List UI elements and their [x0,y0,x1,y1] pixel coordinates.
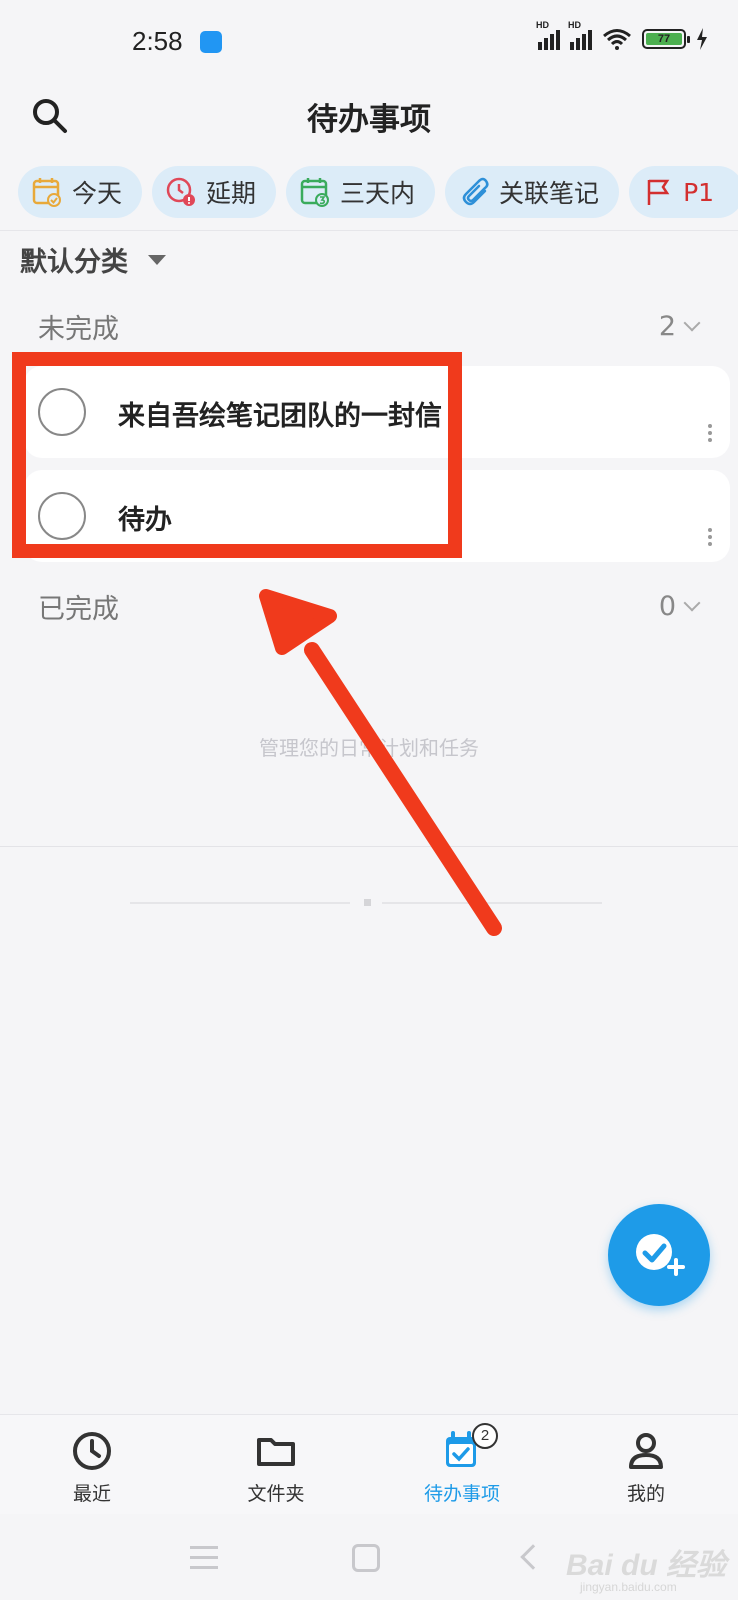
bottom-nav: 最近 文件夹 2 待办事项 我的 [0,1414,738,1514]
divider [0,846,738,847]
caret-down-icon [148,254,166,265]
charging-icon [697,28,707,50]
count-value: 2 [658,310,676,342]
back-icon[interactable] [520,1544,546,1570]
chip-three-days[interactable]: 三天内 [286,166,436,218]
calendar-check-icon [32,178,61,207]
recents-menu-icon[interactable] [190,1546,218,1576]
overdue-clock-icon [166,177,196,206]
person-icon [629,1433,663,1469]
chip-linked-notes[interactable]: 关联笔记 [445,166,620,218]
nav-profile[interactable]: 我的 [576,1429,716,1506]
signal-1-icon: HD [536,20,560,50]
empty-hint: 管理您的日常计划和任务 [259,736,479,760]
status-bar: 2:58 HD HD 77 [0,0,738,80]
add-check-icon [636,1234,685,1276]
section-count: 2 [658,310,701,342]
chevron-down-icon [683,594,701,612]
nav-todos[interactable]: 2 待办事项 [392,1423,532,1506]
todo-count-badge: 2 [472,1423,498,1449]
flag-icon [647,179,670,205]
chip-label: P1 [683,177,715,207]
signal-2-icon: HD [568,20,592,50]
nav-label: 待办事项 [423,1483,500,1505]
nav-label: 文件夹 [247,1483,305,1505]
chip-today[interactable]: 今天 [18,166,143,218]
system-nav-bar: Bai du 经验 jingyan.baidu.com [0,1514,738,1600]
chip-label: 三天内 [340,179,416,208]
baidu-jingyan-watermark-logo: Bai du 经验 jingyan.baidu.com [566,1549,727,1594]
divider [0,230,738,231]
notes-app-notification-icon [200,31,222,53]
chip-label: 延期 [206,179,257,208]
nav-folders[interactable]: 文件夹 [206,1429,346,1506]
section-completed-header[interactable]: 已完成 0 [38,586,701,626]
paperclip-icon [462,177,489,206]
page-title: 待办事项 [307,102,431,138]
clock-icon [73,1432,111,1470]
count-value: 0 [658,590,676,622]
more-options-icon[interactable] [708,424,712,445]
battery-icon: 77 [642,29,690,49]
footer-decoration [130,898,602,908]
section-count: 0 [658,590,701,622]
battery-level: 77 [646,33,682,45]
annotation-highlight-box [12,352,462,558]
folder-icon [257,1438,295,1466]
section-incomplete-header[interactable]: 未完成 2 [38,306,701,346]
section-label: 已完成 [38,593,119,625]
wifi-icon [603,29,631,50]
category-selector[interactable]: 默认分类 [20,240,166,279]
home-icon[interactable] [352,1544,380,1572]
nav-label: 最近 [72,1483,111,1505]
more-options-icon[interactable] [708,528,712,549]
nav-label: 我的 [626,1483,665,1505]
nav-recent[interactable]: 最近 [22,1429,162,1506]
status-indicators: HD HD 77 [536,20,708,50]
chip-label: 关联笔记 [499,179,600,208]
category-label: 默认分类 [20,247,128,278]
section-label: 未完成 [38,313,119,345]
chip-overdue[interactable]: 延期 [152,166,277,218]
chip-label: 今天 [72,179,123,208]
filter-chip-bar: 今天 延期 三天内 关联笔记 P1 [18,166,738,218]
status-time: 2:58 [132,26,183,56]
add-todo-fab[interactable] [608,1204,710,1306]
chevron-down-icon [683,314,701,332]
chip-priority-p1[interactable]: P1 [629,166,738,218]
calendar-three-icon [300,178,330,207]
app-header: 待办事项 [0,80,738,156]
